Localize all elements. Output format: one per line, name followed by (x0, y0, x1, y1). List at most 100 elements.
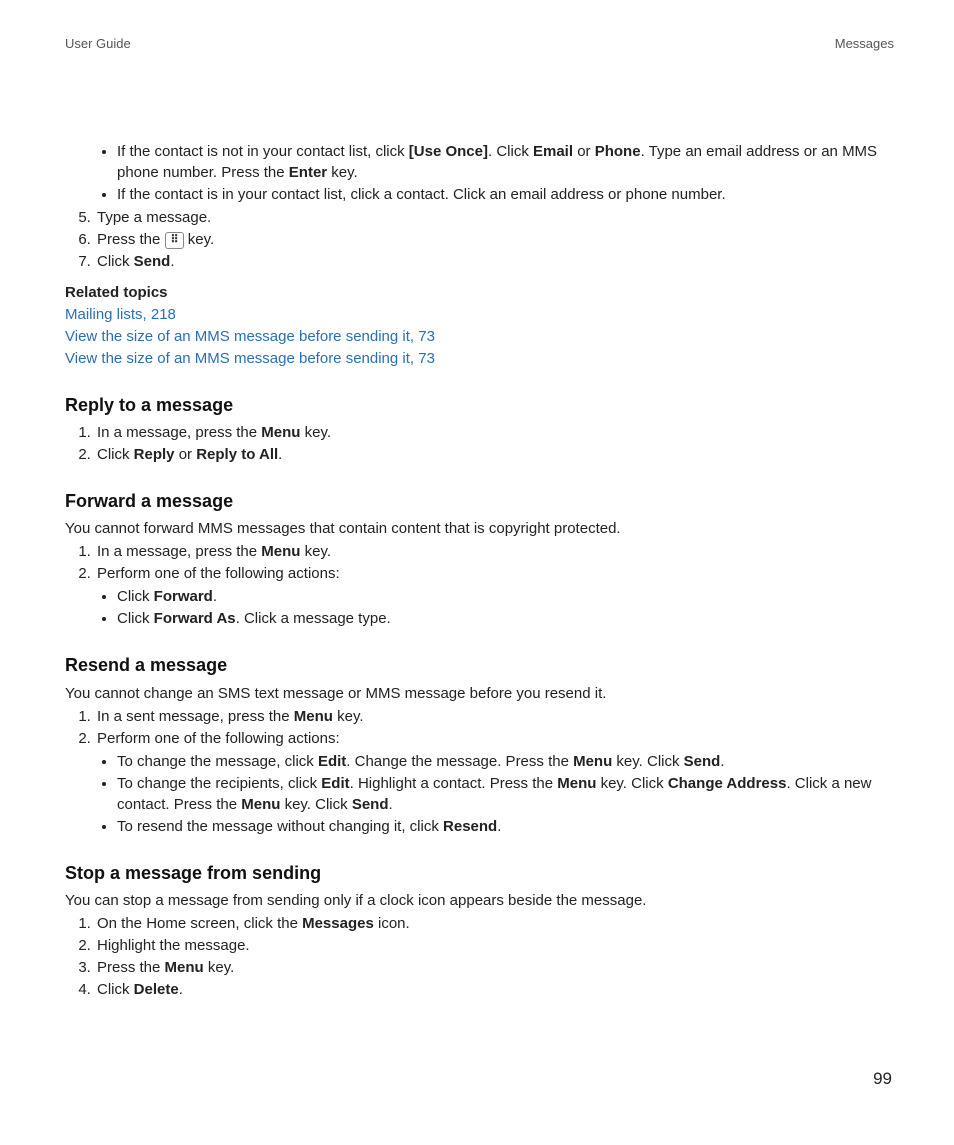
related-topics-label: Related topics (65, 282, 894, 303)
text: If the contact is not in your contact li… (117, 143, 409, 160)
list-item: Click Delete. (95, 979, 894, 1000)
bold-text: Edit (321, 775, 349, 792)
list-item: In a message, press the Menu key. (95, 541, 894, 562)
menu-key-icon: ⠿ (165, 232, 184, 249)
text: key. Click (596, 775, 667, 792)
related-link[interactable]: View the size of an MMS message before s… (65, 326, 894, 347)
related-link[interactable]: Mailing lists, 218 (65, 304, 894, 325)
text: Click (117, 588, 154, 605)
list-item: To change the recipients, click Edit. Hi… (117, 773, 894, 815)
bold-text: [Use Once] (409, 143, 488, 160)
text: . (389, 796, 393, 813)
page-header: User Guide Messages (65, 36, 894, 51)
text: . Click a message type. (236, 610, 391, 627)
text: . Change the message. Press the (346, 753, 573, 770)
bold-text: Edit (318, 753, 346, 770)
page-number: 99 (873, 1069, 892, 1089)
text: . (720, 753, 724, 770)
text: If the contact is in your contact list, … (117, 186, 726, 203)
list-item: Click Forward. (117, 586, 894, 607)
section-heading-stop: Stop a message from sending (65, 861, 894, 886)
bold-text: Phone (595, 143, 641, 160)
text: Perform one of the following actions: (97, 730, 340, 747)
list-item: To change the message, click Edit. Chang… (117, 751, 894, 772)
resend-sub-list: To change the message, click Edit. Chang… (65, 751, 894, 837)
bold-text: Resend (443, 818, 497, 835)
text: Type a message. (97, 209, 211, 226)
list-item: Highlight the message. (95, 935, 894, 956)
related-link[interactable]: View the size of an MMS message before s… (65, 348, 894, 369)
text: In a message, press the (97, 424, 261, 441)
bold-text: Forward (154, 588, 213, 605)
bold-text: Send (684, 753, 721, 770)
bold-text: Send (134, 253, 171, 270)
section-heading-forward: Forward a message (65, 489, 894, 514)
list-item: Click Forward As. Click a message type. (117, 608, 894, 629)
forward-sub-list: Click Forward. Click Forward As. Click a… (65, 586, 894, 629)
bold-text: Forward As (154, 610, 236, 627)
intro-numbered-list: Type a message. Press the ⠿ key. Click S… (65, 207, 894, 272)
list-item: Type a message. (95, 207, 894, 228)
text: Perform one of the following actions: (97, 565, 340, 582)
section-heading-resend: Resend a message (65, 653, 894, 678)
stop-note: You can stop a message from sending only… (65, 890, 894, 911)
bold-text: Menu (261, 424, 300, 441)
text: In a message, press the (97, 543, 261, 560)
text: Click (97, 446, 134, 463)
text: Click (97, 253, 134, 270)
text: In a sent message, press the (97, 708, 294, 725)
list-item: Click Send. (95, 251, 894, 272)
text: . Highlight a contact. Press the (350, 775, 558, 792)
bold-text: Menu (557, 775, 596, 792)
text: key. (300, 424, 331, 441)
reply-steps: In a message, press the Menu key. Click … (65, 422, 894, 465)
bold-text: Menu (294, 708, 333, 725)
header-right: Messages (835, 36, 894, 51)
list-item: Perform one of the following actions: (95, 728, 894, 749)
bold-text: Change Address (668, 775, 787, 792)
text: . (179, 981, 183, 998)
text: key. (184, 231, 215, 248)
text: . (170, 253, 174, 270)
resend-steps: In a sent message, press the Menu key. P… (65, 706, 894, 749)
bold-text: Email (533, 143, 573, 160)
text: . (213, 588, 217, 605)
list-item: Press the ⠿ key. (95, 229, 894, 250)
text: key. (333, 708, 364, 725)
resend-note: You cannot change an SMS text message or… (65, 683, 894, 704)
text: key. (300, 543, 331, 560)
bold-text: Menu (241, 796, 280, 813)
text: Click (97, 981, 134, 998)
bold-text: Menu (165, 959, 204, 976)
stop-steps: On the Home screen, click the Messages i… (65, 913, 894, 1000)
text: To resend the message without changing i… (117, 818, 443, 835)
list-item: If the contact is not in your contact li… (117, 141, 894, 183)
list-item: To resend the message without changing i… (117, 816, 894, 837)
text: . Click (488, 143, 533, 160)
bold-text: Reply to All (196, 446, 278, 463)
text: icon. (374, 915, 410, 932)
text: Highlight the message. (97, 937, 250, 954)
text: . (278, 446, 282, 463)
text: To change the recipients, click (117, 775, 321, 792)
list-item: On the Home screen, click the Messages i… (95, 913, 894, 934)
list-item: In a message, press the Menu key. (95, 422, 894, 443)
text: key. Click (280, 796, 351, 813)
document-page: User Guide Messages If the contact is no… (0, 0, 954, 1145)
header-left: User Guide (65, 36, 131, 51)
text: To change the message, click (117, 753, 318, 770)
page-content: If the contact is not in your contact li… (65, 141, 894, 1000)
list-item: Press the Menu key. (95, 957, 894, 978)
bold-text: Send (352, 796, 389, 813)
bold-text: Delete (134, 981, 179, 998)
list-item: Click Reply or Reply to All. (95, 444, 894, 465)
intro-bullet-list: If the contact is not in your contact li… (65, 141, 894, 205)
forward-steps: In a message, press the Menu key. Perfor… (65, 541, 894, 584)
text: or (573, 143, 595, 160)
text: . (497, 818, 501, 835)
text: or (175, 446, 197, 463)
section-heading-reply: Reply to a message (65, 393, 894, 418)
list-item: In a sent message, press the Menu key. (95, 706, 894, 727)
bold-text: Menu (573, 753, 612, 770)
bold-text: Messages (302, 915, 374, 932)
